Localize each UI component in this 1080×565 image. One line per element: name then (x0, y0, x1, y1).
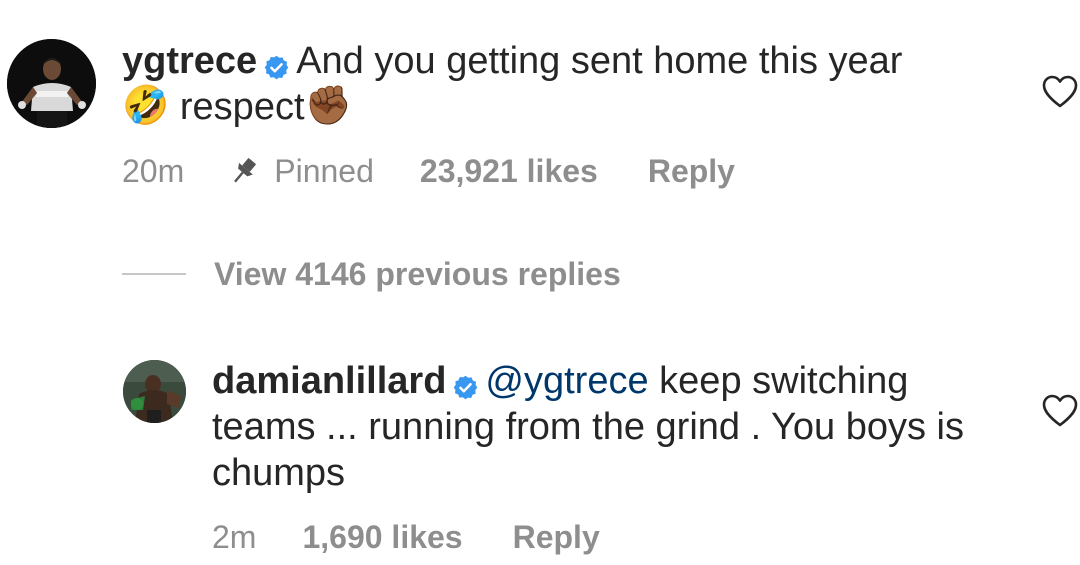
comment-username[interactable]: ygtrece (122, 40, 257, 82)
avatar-photo (123, 360, 186, 423)
rolling-laughing-emoji-icon: 🤣 (122, 84, 170, 127)
view-previous-replies-label: View 4146 previous replies (214, 256, 621, 292)
avatar-photo (7, 39, 96, 128)
pinned-label: Pinned (274, 153, 374, 189)
comments-thread: ygtrece And you getting sent home this ye… (0, 0, 1080, 565)
reply-button[interactable]: Reply (513, 517, 600, 557)
comment-text-part: respect (179, 86, 305, 128)
mention-link[interactable]: @ygtrece (485, 360, 648, 402)
avatar[interactable] (123, 360, 186, 423)
replies-divider-line (122, 273, 186, 275)
comment-meta: 2m 1,690 likes Reply (212, 517, 600, 557)
comment-time: 20m (122, 153, 185, 189)
likes-count[interactable]: 23,921 likes (420, 151, 598, 191)
pin-icon (226, 156, 262, 186)
comment-text-part: And you getting sent home this year (296, 40, 903, 82)
comment-time: 2m (212, 519, 257, 555)
comment-text: ygtrece And you getting sent home this ye… (122, 38, 1002, 130)
view-previous-replies-button[interactable]: View 4146 previous replies (122, 254, 621, 294)
heart-outline-icon[interactable] (1042, 394, 1078, 428)
avatar[interactable] (7, 39, 96, 128)
verified-badge-icon (263, 46, 290, 80)
comment-username[interactable]: damianlillard (212, 360, 446, 402)
heart-outline-icon[interactable] (1042, 75, 1078, 109)
raised-fist-emoji-icon: ✊🏾 (304, 84, 352, 127)
verified-badge-icon (452, 366, 479, 400)
comment-meta: 20m Pinned 23,921 likes Reply (122, 151, 735, 191)
reply-button[interactable]: Reply (648, 151, 735, 191)
comment-text: damianlillard @ygtrece keep switching tea… (212, 358, 1002, 496)
likes-count[interactable]: 1,690 likes (302, 517, 462, 557)
